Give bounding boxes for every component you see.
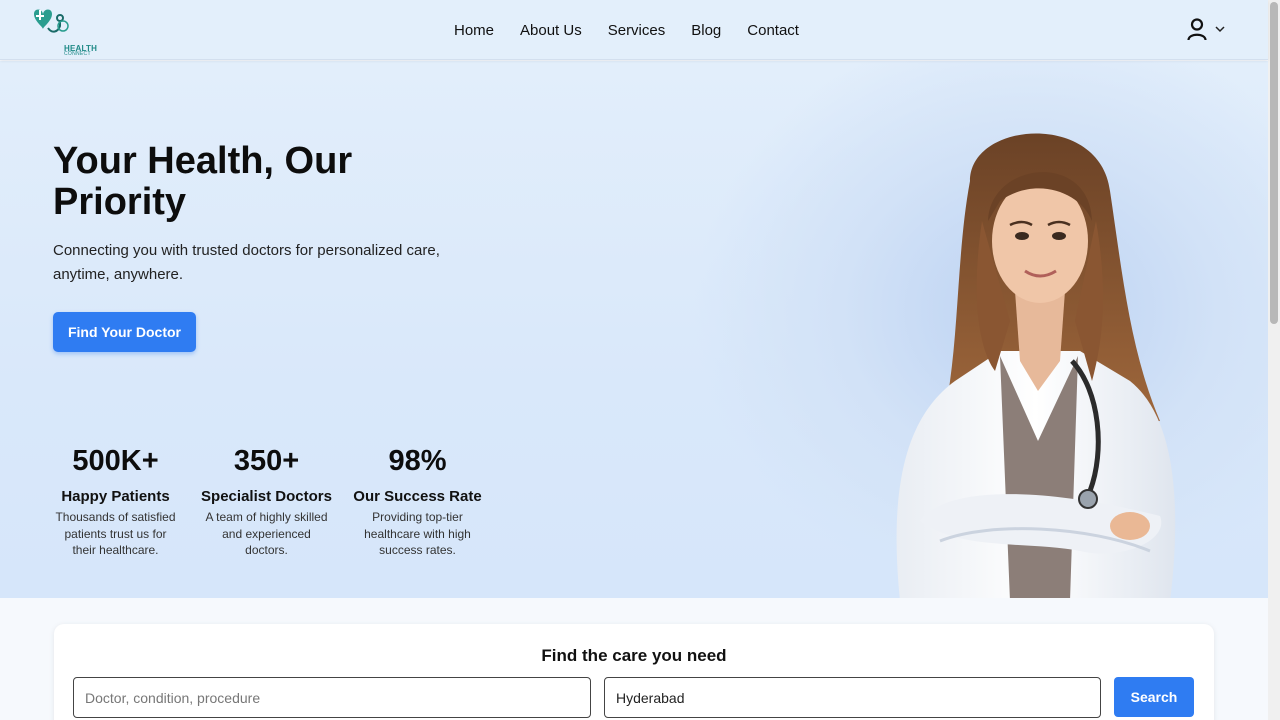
stat-specialist-doctors: 350+ Specialist Doctors A team of highly… <box>191 444 342 559</box>
find-your-doctor-button[interactable]: Find Your Doctor <box>53 312 196 352</box>
nav-about-us[interactable]: About Us <box>520 22 582 39</box>
nav-services[interactable]: Services <box>608 22 666 39</box>
top-navbar: HEALTH CONNECT Home About Us Services Bl… <box>0 0 1268 60</box>
user-menu-button[interactable] <box>1186 17 1226 41</box>
scrollbar-thumb[interactable] <box>1270 2 1278 324</box>
stat-label: Specialist Doctors <box>201 488 332 505</box>
hero-title: Your Health, Our Priority <box>53 140 353 223</box>
search-card: Find the care you need Search <box>54 624 1214 720</box>
nav-home[interactable]: Home <box>454 22 494 39</box>
hero-subtitle: Connecting you with trusted doctors for … <box>53 242 440 283</box>
stat-description: A team of highly skilled and experienced… <box>205 510 328 557</box>
nav-blog[interactable]: Blog <box>691 22 721 39</box>
health-connect-logo[interactable]: HEALTH CONNECT <box>30 6 97 57</box>
nav-contact[interactable]: Contact <box>747 22 799 39</box>
stat-value: 98% <box>388 445 447 477</box>
search-query-input[interactable] <box>73 677 591 718</box>
search-title: Find the care you need <box>541 646 727 665</box>
main-nav: Home About Us Services Blog Contact <box>454 0 799 60</box>
stat-label: Our Success Rate <box>353 488 482 505</box>
location-input[interactable] <box>604 677 1101 718</box>
stat-success-rate: 98% Our Success Rate Providing top-tier … <box>342 444 493 559</box>
doctor-portrait-image <box>896 133 1176 598</box>
logo-subtext: CONNECT <box>64 51 91 57</box>
search-section: Find the care you need Search <box>0 598 1268 720</box>
stats-row: 500K+ Happy Patients Thousands of satisf… <box>40 444 493 559</box>
stat-description: Thousands of satisfied patients trust us… <box>55 510 176 557</box>
stat-happy-patients: 500K+ Happy Patients Thousands of satisf… <box>40 444 191 559</box>
hero-section: Your Health, Our Priority Connecting you… <box>0 61 1268 598</box>
stat-label: Happy Patients <box>61 488 170 505</box>
user-icon <box>1187 18 1207 41</box>
stat-value: 350+ <box>233 445 300 477</box>
chevron-down-icon <box>1215 26 1225 33</box>
search-button[interactable]: Search <box>1114 677 1194 717</box>
stat-value: 500K+ <box>72 445 159 477</box>
page-scrollbar[interactable] <box>1268 0 1280 720</box>
stat-description: Providing top-tier healthcare with high … <box>364 510 471 557</box>
